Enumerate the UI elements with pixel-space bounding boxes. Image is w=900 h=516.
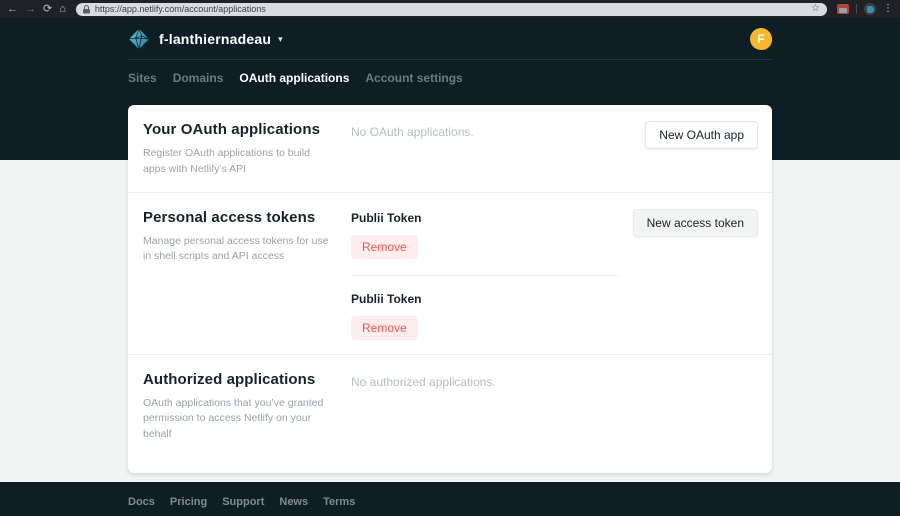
oauth-empty-text: No OAuth applications. bbox=[351, 125, 474, 139]
footer-link-pricing[interactable]: Pricing bbox=[170, 496, 207, 508]
oauth-section-title: Your OAuth applications bbox=[143, 121, 321, 138]
authorized-section-title: Authorized applications bbox=[143, 370, 316, 388]
oauth-section-description: Register OAuth applications to build app… bbox=[143, 147, 310, 175]
lock-icon bbox=[82, 4, 90, 13]
back-icon[interactable]: ← bbox=[7, 3, 18, 15]
browser-toolbar: ← → ⟳ ⌂ https://app.netlify.com/account/… bbox=[0, 0, 900, 18]
netlify-logo-icon[interactable] bbox=[128, 28, 150, 50]
token-row-divider bbox=[351, 274, 619, 276]
footer-link-news[interactable]: News bbox=[279, 496, 308, 508]
nav-domains[interactable]: Domains bbox=[173, 71, 224, 85]
footer-link-support[interactable]: Support bbox=[222, 496, 264, 508]
user-avatar[interactable]: F bbox=[750, 28, 772, 50]
remove-token-button[interactable]: Remove bbox=[351, 234, 418, 259]
page-body: Your OAuth applications Register OAuth a… bbox=[0, 105, 900, 482]
section-personal-access-tokens: Personal access tokens Manage personal a… bbox=[128, 191, 772, 354]
account-name[interactable]: f-lanthiernadeau bbox=[159, 31, 271, 47]
account-nav: Sites Domains OAuth applications Account… bbox=[128, 60, 772, 96]
browser-profile-avatar[interactable] bbox=[864, 3, 876, 15]
new-access-token-button[interactable]: New access token bbox=[632, 208, 758, 237]
browser-menu-icon[interactable]: ⋮ bbox=[883, 4, 893, 14]
new-oauth-app-button[interactable]: New OAuth app bbox=[645, 121, 758, 149]
authorized-empty-text: No authorized applications. bbox=[351, 374, 496, 389]
address-bar[interactable]: https://app.netlify.com/account/applicat… bbox=[75, 2, 827, 16]
url-text[interactable]: https://app.netlify.com/account/applicat… bbox=[95, 4, 806, 14]
token-name: Publii Token bbox=[351, 291, 422, 306]
site-footer: Docs Pricing Support News Terms bbox=[0, 482, 900, 516]
account-row: f-lanthiernadeau ▾ F bbox=[128, 18, 772, 60]
token-row: Publii Token Remove bbox=[351, 292, 633, 340]
tokens-section-title: Personal access tokens bbox=[143, 208, 316, 226]
authorized-section-description: OAuth applications that you’ve granted p… bbox=[143, 396, 324, 441]
nav-sites[interactable]: Sites bbox=[128, 71, 157, 85]
forward-icon[interactable]: → bbox=[25, 3, 36, 15]
extension-icon[interactable] bbox=[837, 4, 849, 14]
footer-link-docs[interactable]: Docs bbox=[128, 496, 155, 508]
toolbar-divider bbox=[856, 4, 857, 14]
home-icon[interactable]: ⌂ bbox=[59, 3, 66, 15]
applications-card: Your OAuth applications Register OAuth a… bbox=[128, 105, 772, 473]
section-oauth-applications: Your OAuth applications Register OAuth a… bbox=[128, 105, 772, 192]
token-row: Publii Token Remove bbox=[351, 211, 633, 259]
nav-oauth-applications[interactable]: OAuth applications bbox=[239, 71, 349, 85]
reload-icon[interactable]: ⟳ bbox=[43, 3, 52, 15]
section-authorized-applications: Authorized applications OAuth applicatio… bbox=[128, 353, 772, 473]
tokens-section-description: Manage personal access tokens for use in… bbox=[143, 234, 329, 263]
bookmark-star-icon[interactable]: ☆ bbox=[811, 4, 820, 14]
token-name: Publii Token bbox=[351, 210, 422, 225]
chevron-down-icon[interactable]: ▾ bbox=[278, 34, 283, 45]
nav-account-settings[interactable]: Account settings bbox=[365, 71, 462, 85]
footer-link-terms[interactable]: Terms bbox=[323, 496, 355, 508]
footer-links: Docs Pricing Support News Terms bbox=[128, 490, 772, 508]
remove-token-button[interactable]: Remove bbox=[351, 315, 418, 340]
